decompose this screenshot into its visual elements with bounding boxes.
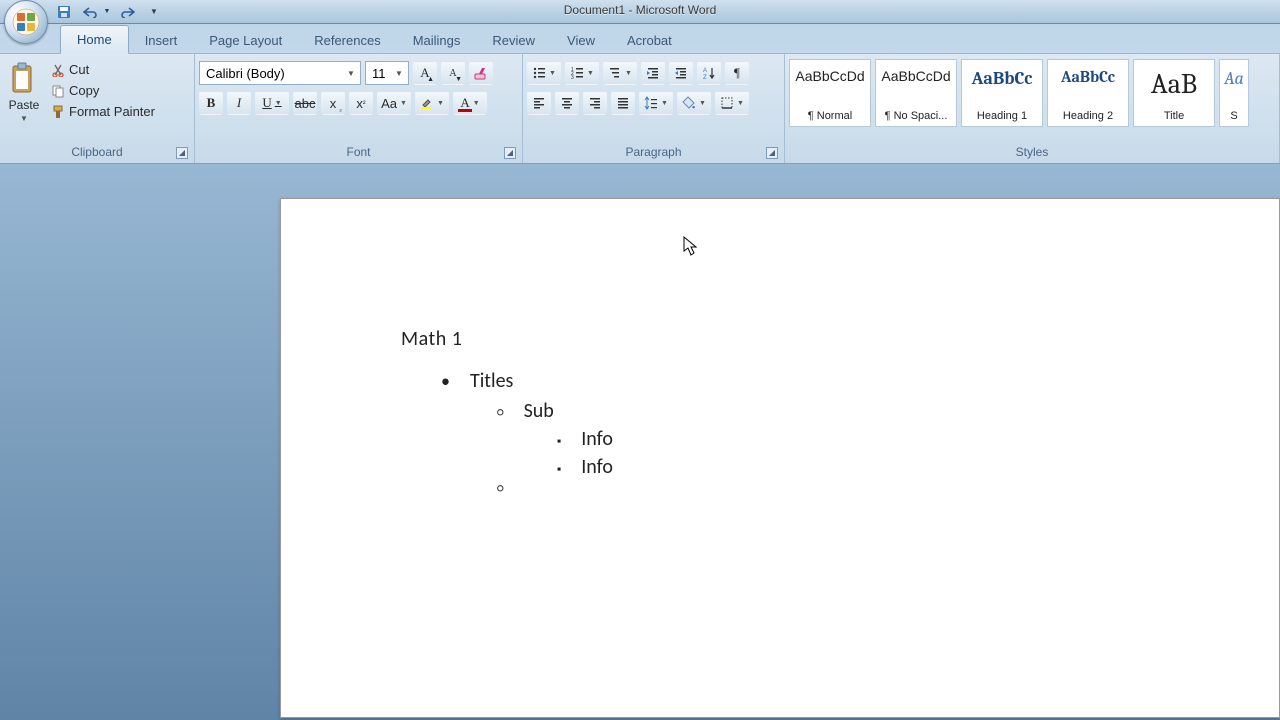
copy-label: Copy (69, 83, 99, 98)
document-page[interactable]: Math 1 Titles Sub Info Info (280, 198, 1280, 718)
clipboard-launcher[interactable]: ◢ (176, 147, 188, 159)
svg-text:3: 3 (571, 75, 574, 80)
undo-dropdown-qat[interactable]: ▼ (102, 3, 112, 21)
doc-heading-line[interactable]: Math 1 (401, 327, 1159, 351)
style-no-spacing[interactable]: AaBbCcDd ¶ No Spaci... (875, 59, 957, 127)
decrease-indent-button[interactable] (641, 61, 665, 85)
change-case-button[interactable]: Aa▼ (377, 91, 411, 115)
style-heading-2[interactable]: AaBbCc Heading 2 (1047, 59, 1129, 127)
numbering-button[interactable]: 123 ▼ (565, 61, 599, 85)
sort-button[interactable]: AZ (697, 61, 721, 85)
justify-button[interactable] (611, 91, 635, 115)
tab-mailings[interactable]: Mailings (397, 27, 477, 54)
underline-button[interactable]: U▼ (255, 91, 289, 115)
increase-indent-button[interactable] (669, 61, 693, 85)
ribbon-tabstrip: Home Insert Page Layout References Maili… (0, 24, 1280, 54)
grow-font-button[interactable]: A▲ (413, 61, 437, 85)
save-qat-button[interactable] (54, 3, 74, 21)
multilevel-list-button[interactable]: ▼ (603, 61, 637, 85)
styles-group-label: Styles (1016, 145, 1049, 159)
shrink-font-button[interactable]: A▼ (441, 61, 465, 85)
style-sample: AaBbCc (972, 68, 1033, 89)
italic-button[interactable]: I (227, 91, 251, 115)
style-sample: Aa (1224, 68, 1243, 89)
style-sample: AaBbCc (1061, 68, 1115, 86)
align-center-button[interactable] (555, 91, 579, 115)
font-name-combo[interactable]: Calibri (Body) ▼ (199, 61, 361, 85)
paragraph-launcher[interactable]: ◢ (766, 147, 778, 159)
subscript-button[interactable]: x₂ (321, 91, 345, 115)
undo-qat-button[interactable] (80, 3, 100, 21)
paste-label: Paste (9, 98, 40, 112)
tab-page-layout[interactable]: Page Layout (193, 27, 298, 54)
style-subtitle-label: S (1230, 110, 1237, 122)
style-nospacing-label: ¶ No Spaci... (885, 110, 948, 122)
clear-formatting-button[interactable] (469, 61, 493, 85)
font-size-combo[interactable]: 11 ▼ (365, 61, 409, 85)
doc-bullet-l3[interactable]: Info (581, 427, 613, 451)
title-bar: ▼ ▼ Document1 - Microsoft Word (0, 0, 1280, 24)
style-sample: AaBbCcDd (881, 68, 950, 84)
highlight-button[interactable]: ▼ (415, 91, 449, 115)
style-heading-1[interactable]: AaBbCc Heading 1 (961, 59, 1043, 127)
align-right-button[interactable] (583, 91, 607, 115)
bold-button[interactable]: B (199, 91, 223, 115)
style-heading1-label: Heading 1 (977, 110, 1027, 122)
doc-bullet-l1[interactable]: Titles (470, 369, 513, 393)
tab-view[interactable]: View (551, 27, 611, 54)
tab-acrobat[interactable]: Acrobat (611, 27, 688, 54)
doc-bullet-l3[interactable]: Info (581, 455, 613, 479)
style-title-label: Title (1164, 110, 1184, 122)
svg-text:A: A (703, 68, 707, 74)
paste-button[interactable]: Paste ▼ (4, 57, 44, 128)
cut-button[interactable]: Cut (48, 61, 158, 78)
qat-customize-button[interactable]: ▼ (144, 3, 164, 21)
format-painter-button[interactable]: Format Painter (48, 103, 158, 120)
shading-button[interactable]: ▼ (677, 91, 711, 115)
redo-qat-button[interactable] (118, 3, 138, 21)
align-left-button[interactable] (527, 91, 551, 115)
bullets-button[interactable]: ▼ (527, 61, 561, 85)
doc-bullet-l2[interactable]: Sub (524, 399, 554, 423)
tab-references[interactable]: References (298, 27, 396, 54)
style-sample: AaB (1151, 68, 1197, 100)
style-normal-label: ¶ Normal (808, 110, 852, 122)
copy-button[interactable]: Copy (48, 82, 158, 99)
font-size-value: 11 (372, 66, 386, 81)
line-spacing-button[interactable]: ▼ (639, 91, 673, 115)
show-hide-button[interactable]: ¶ (725, 61, 749, 85)
borders-button[interactable]: ▼ (715, 91, 749, 115)
svg-text:Z: Z (703, 75, 707, 80)
strikethrough-button[interactable]: abc (293, 91, 317, 115)
format-painter-label: Format Painter (69, 104, 155, 119)
tab-review[interactable]: Review (476, 27, 551, 54)
font-launcher[interactable]: ◢ (504, 147, 516, 159)
style-heading2-label: Heading 2 (1063, 110, 1113, 122)
tab-home[interactable]: Home (60, 25, 129, 54)
font-group-label: Font (346, 145, 370, 159)
office-button[interactable] (4, 0, 48, 44)
style-sample: AaBbCcDd (795, 68, 864, 84)
ribbon: Paste ▼ Cut Copy Format Painter Clipbo (0, 54, 1280, 164)
tab-insert[interactable]: Insert (129, 27, 194, 54)
style-subtitle[interactable]: Aa S (1219, 59, 1249, 127)
window-title: Document1 - Microsoft Word (564, 3, 717, 17)
style-title[interactable]: AaB Title (1133, 59, 1215, 127)
font-color-button[interactable]: A ▼ (453, 91, 487, 115)
paragraph-group-label: Paragraph (625, 145, 681, 159)
cut-label: Cut (69, 62, 89, 77)
superscript-button[interactable]: x² (349, 91, 373, 115)
font-name-value: Calibri (Body) (206, 66, 285, 81)
style-normal[interactable]: AaBbCcDd ¶ Normal (789, 59, 871, 127)
clipboard-group-label: Clipboard (71, 145, 122, 159)
